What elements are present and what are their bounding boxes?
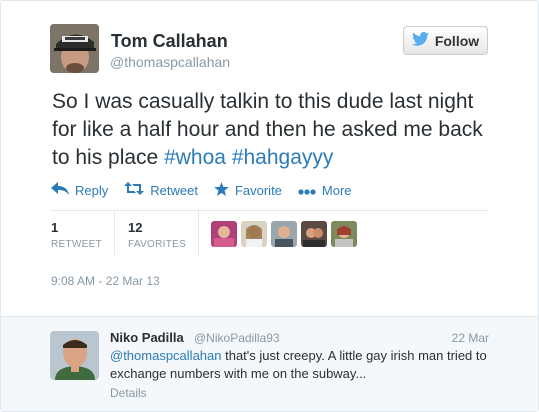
more-label: More: [321, 182, 352, 198]
favorite-action[interactable]: Favorite: [214, 181, 282, 199]
favoriter-avatar[interactable]: [211, 221, 237, 247]
retweet-count-label: RETWEET: [51, 239, 102, 250]
ellipsis-icon: [298, 183, 316, 198]
retweet-icon: [124, 182, 145, 198]
reply-text: @thomaspcallahan that's just creepy. A l…: [110, 347, 500, 383]
divider: [50, 210, 489, 211]
favoriter-avatar[interactable]: [271, 221, 297, 247]
reply-label: Reply: [75, 182, 109, 198]
favorite-label: Favorite: [234, 182, 282, 198]
author-display-name[interactable]: Tom Callahan: [111, 31, 228, 52]
twitter-bird-icon: [411, 32, 429, 49]
divider: [114, 211, 115, 255]
favoriter-avatar[interactable]: [241, 221, 267, 247]
retweet-label: Retweet: [150, 182, 198, 198]
favorites-stat[interactable]: 12 FAVORITES: [128, 220, 186, 250]
star-icon: [214, 181, 229, 199]
tweet-text: So I was casually talkin to this dude la…: [52, 88, 492, 172]
retweet-action[interactable]: Retweet: [124, 182, 198, 198]
favoriter-avatar[interactable]: [301, 221, 327, 247]
tweet-timestamp[interactable]: 9:08 AM - 22 Mar 13: [51, 274, 160, 288]
favoriters-list: [211, 221, 357, 247]
author-handle[interactable]: @thomaspcallahan: [110, 54, 230, 70]
hashtag-link[interactable]: #hahgayyy: [232, 146, 334, 169]
reply-author-avatar[interactable]: [50, 331, 99, 380]
reply-author-handle[interactable]: @NikoPadilla93: [194, 331, 280, 345]
retweet-count: 1: [51, 220, 59, 235]
favorites-count-label: FAVORITES: [128, 239, 187, 250]
reply-author-display-name[interactable]: Niko Padilla: [110, 330, 184, 345]
reply-date[interactable]: 22 Mar: [452, 331, 489, 345]
follow-label: Follow: [434, 32, 480, 49]
divider: [198, 211, 199, 255]
author-avatar[interactable]: [50, 24, 99, 73]
tweet-actions: Reply Retweet Favorite More: [51, 180, 368, 200]
more-action[interactable]: More: [298, 183, 352, 198]
reply-details-link[interactable]: Details: [110, 386, 147, 400]
reply-mention-link[interactable]: @thomaspcallahan: [110, 348, 221, 363]
follow-button[interactable]: Follow: [403, 26, 488, 55]
reply-action[interactable]: Reply: [51, 182, 108, 198]
reply-arrow-icon: [51, 182, 69, 198]
favorites-count: 12: [128, 220, 143, 235]
hashtag-link[interactable]: #whoa: [164, 146, 226, 169]
favoriter-avatar[interactable]: [331, 221, 357, 247]
retweet-stat[interactable]: 1 RETWEET: [51, 220, 102, 250]
